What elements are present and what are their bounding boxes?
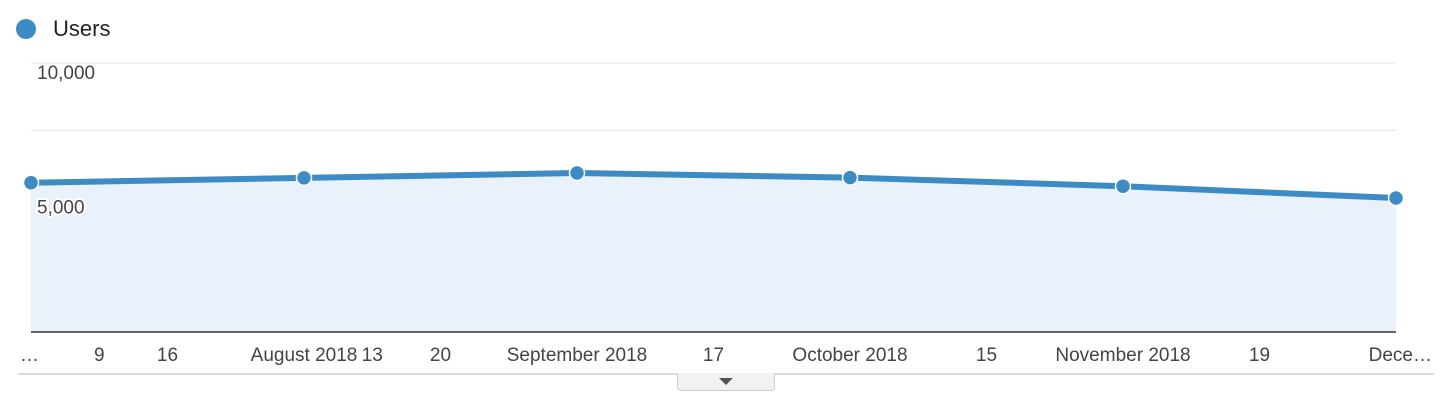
triangle-down-icon (719, 377, 733, 385)
users-line-chart: 10,000 5,000 … 9 16 August 2018 13 20 September … (18, 61, 1434, 375)
users-data-point (841, 169, 859, 186)
y-tick-label: 5,000 (37, 198, 85, 219)
expand-chart-button[interactable] (677, 373, 775, 391)
x-tick-label: Dece… (1369, 345, 1432, 366)
x-tick-label: 20 (430, 345, 451, 366)
users-data-point (295, 169, 313, 187)
users-data-point (1114, 177, 1132, 195)
x-tick-label: 17 (703, 345, 724, 366)
x-tick-label: 19 (1249, 345, 1270, 366)
x-tick-label: October 2018 (792, 345, 907, 366)
users-data-point (22, 174, 40, 191)
x-tick-label: September 2018 (507, 345, 648, 366)
x-tick-label: 9 (94, 345, 105, 366)
users-data-point (1387, 189, 1405, 207)
users-area-fill (31, 173, 1396, 332)
y-tick-label: 10,000 (37, 63, 95, 84)
x-tick-label: November 2018 (1055, 345, 1190, 366)
x-tick-label: 15 (976, 345, 997, 366)
users-data-point (568, 164, 586, 182)
x-tick-label: … (20, 345, 39, 366)
x-tick-label: 13 (362, 345, 383, 366)
x-tick-label: 16 (157, 345, 178, 366)
x-tick-label: August 2018 (251, 345, 358, 366)
